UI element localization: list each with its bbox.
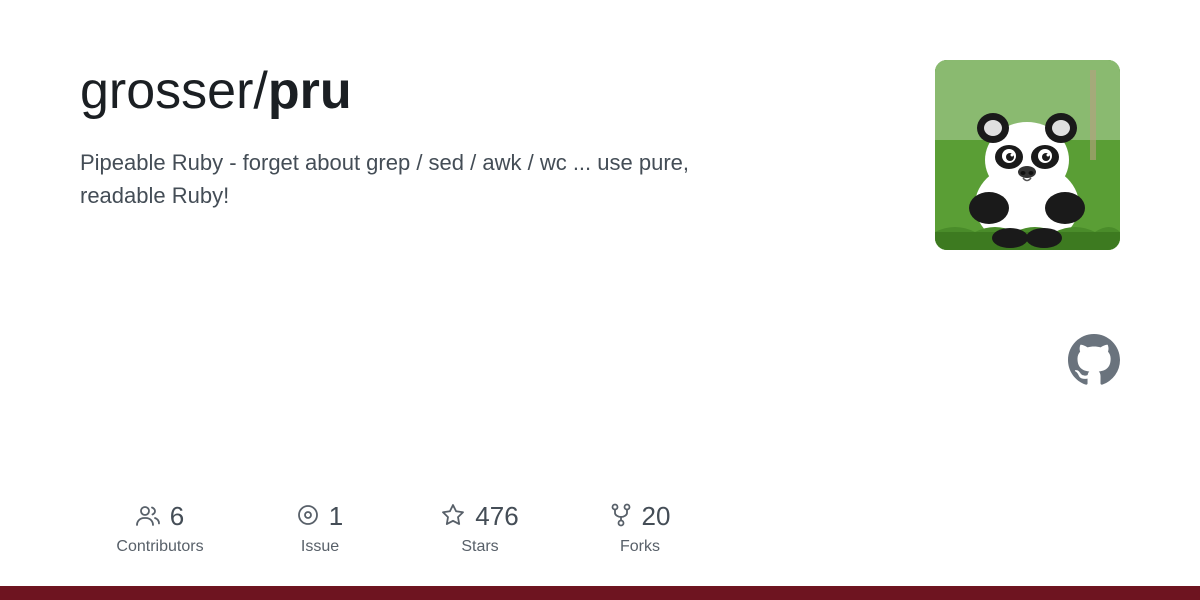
repo-title: grosser/pru — [80, 60, 895, 122]
contributors-icon — [136, 504, 160, 530]
contributors-label: Contributors — [116, 538, 203, 556]
forks-count: 20 — [642, 501, 671, 532]
stars-count: 476 — [475, 501, 518, 532]
bottom-bar — [0, 586, 1200, 600]
right-section — [935, 60, 1120, 250]
issues-label: Issue — [301, 538, 339, 556]
stat-contributors-top: 6 — [136, 501, 184, 532]
issues-count: 1 — [329, 501, 343, 532]
contributors-count: 6 — [170, 501, 184, 532]
repo-separator: / — [253, 62, 267, 120]
repo-name: pru — [268, 62, 352, 120]
stars-icon — [441, 503, 465, 530]
stat-stars-top: 476 — [441, 501, 518, 532]
left-section: grosser/pru Pipeable Ruby - forget about… — [80, 60, 895, 212]
stats-bar: 6 Contributors 1 Issue 476 Stars — [0, 471, 1200, 586]
stat-forks-top: 20 — [610, 501, 671, 532]
stat-forks[interactable]: 20 Forks — [560, 501, 720, 556]
stat-issues[interactable]: 1 Issue — [240, 501, 400, 556]
issues-icon — [297, 504, 319, 530]
main-content: grosser/pru Pipeable Ruby - forget about… — [0, 0, 1200, 471]
forks-label: Forks — [620, 538, 660, 556]
stat-contributors[interactable]: 6 Contributors — [80, 501, 240, 556]
stat-issues-top: 1 — [297, 501, 343, 532]
stat-stars[interactable]: 476 Stars — [400, 501, 560, 556]
panda-image — [935, 60, 1120, 250]
repo-owner: grosser — [80, 62, 253, 120]
github-logo-corner[interactable] — [1068, 334, 1120, 391]
stars-label: Stars — [461, 538, 498, 556]
repo-description: Pipeable Ruby - forget about grep / sed … — [80, 146, 780, 212]
forks-icon — [610, 503, 632, 531]
